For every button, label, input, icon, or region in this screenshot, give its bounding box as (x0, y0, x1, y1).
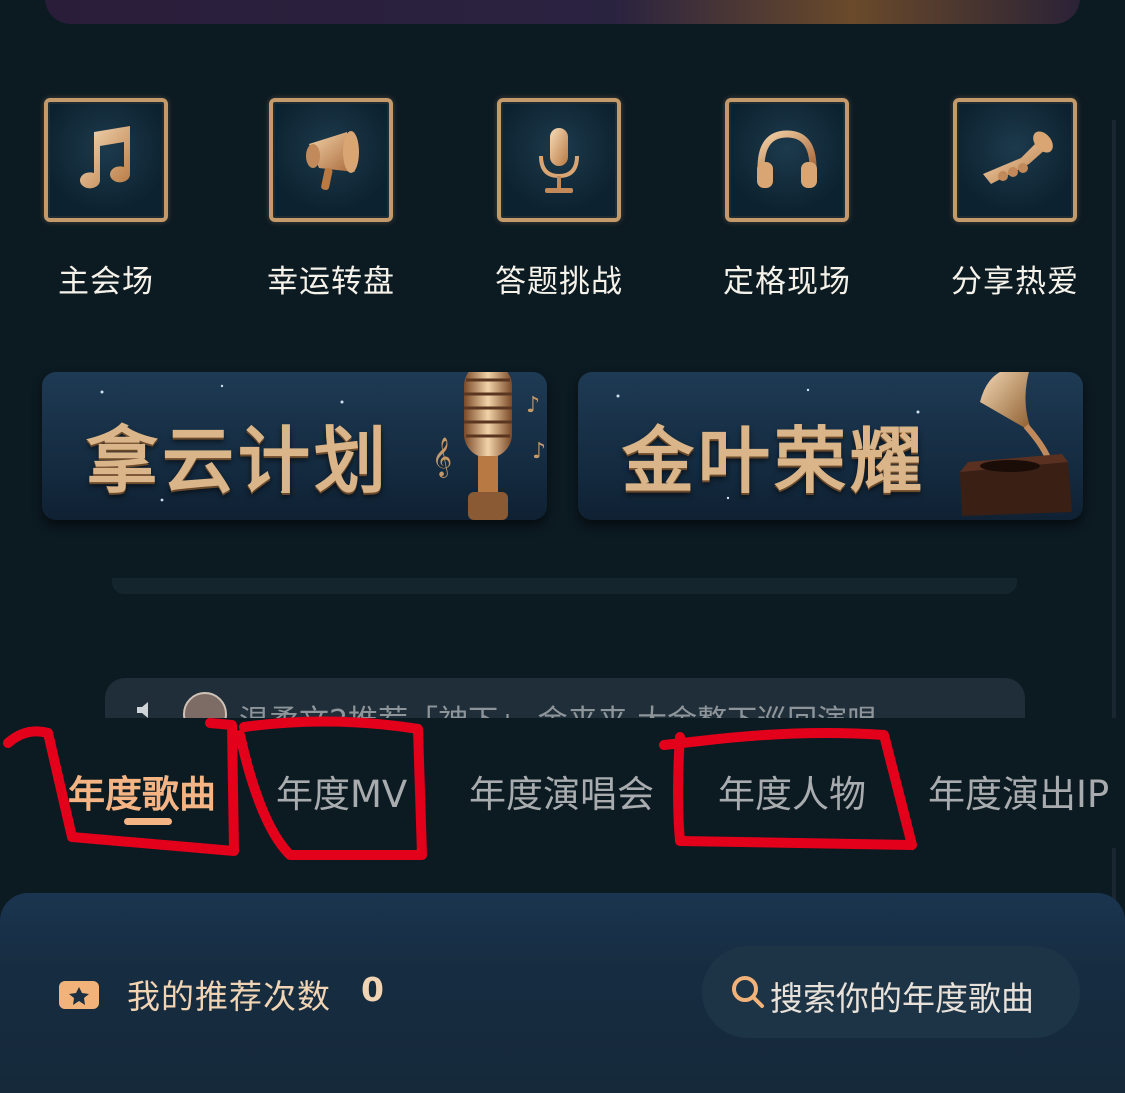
section-divider (112, 578, 1017, 594)
tab-annual-song[interactable]: 年度歌曲 (68, 764, 216, 818)
tab-annual-show-ip[interactable]: 年度演出IP (928, 764, 1109, 818)
grid-label: 定格现场 (723, 264, 851, 300)
speaker-icon (137, 702, 148, 718)
grid-item-main-venue[interactable]: 主会场 (26, 98, 186, 301)
tab-annual-person[interactable]: 年度人物 (718, 764, 866, 818)
grid-tile[interactable] (269, 98, 393, 222)
gramophone-icon (960, 372, 1072, 516)
avatar (183, 692, 227, 718)
grid-item-share-love[interactable]: 分享热爱 (935, 98, 1095, 301)
recommend-count-value: 0 (361, 970, 384, 1009)
promo-banner-nayun[interactable]: 拿云计划 𝄞 ♪ ♪ (42, 372, 547, 520)
grid-label: 分享热爱 (951, 264, 1079, 300)
tab-annual-mv[interactable]: 年度MV (276, 764, 407, 818)
search-placeholder: 搜索你的年度歌曲 (770, 979, 1034, 1018)
headphones-icon (757, 130, 817, 188)
grid-tile[interactable] (953, 98, 1077, 222)
ticket-star-icon (59, 981, 99, 1009)
recommend-count-label: 我的推荐次数 (127, 977, 331, 1016)
active-tab-indicator (124, 818, 172, 825)
top-banner[interactable] (45, 0, 1080, 24)
grid-tile[interactable] (725, 98, 849, 222)
grid-tile[interactable] (44, 98, 168, 222)
promo-banner-golden-leaf[interactable]: 金叶荣耀 (578, 372, 1083, 520)
search-icon (732, 976, 764, 1008)
feature-grid: 主会场 幸运转盘 答题挑战 定格现场 分享热爱 (0, 98, 1125, 308)
announcement-marquee[interactable]: 温柔文2推荐「神下」 金来来 大金整下巡回演唱 (105, 678, 1025, 718)
megaphone-icon (306, 131, 359, 191)
vintage-microphone-icon: 𝄞 ♪ ♪ (432, 372, 546, 520)
marquee-text: 温柔文2推荐「神下」 金来来 大金整下巡回演唱 (239, 696, 877, 718)
svg-text:♪: ♪ (532, 439, 546, 464)
svg-text:♪: ♪ (526, 393, 540, 418)
svg-text:𝄞: 𝄞 (432, 437, 452, 478)
promo-title: 金叶荣耀 (622, 418, 927, 503)
grid-item-freeze-frame[interactable]: 定格现场 (707, 98, 867, 301)
grid-item-quiz-challenge[interactable]: 答题挑战 (479, 98, 639, 301)
grid-label: 答题挑战 (495, 264, 623, 300)
grid-item-lucky-wheel[interactable]: 幸运转盘 (251, 98, 411, 301)
grid-label: 主会场 (58, 264, 154, 300)
grid-tile[interactable] (497, 98, 621, 222)
trumpet-icon (983, 131, 1053, 184)
search-input[interactable]: 搜索你的年度歌曲 (702, 946, 1080, 1038)
grid-label: 幸运转盘 (267, 264, 395, 300)
promo-title: 拿云计划 (86, 418, 391, 503)
music-note-icon (80, 126, 131, 189)
tab-annual-concert[interactable]: 年度演唱会 (469, 764, 654, 818)
microphone-icon (539, 128, 579, 193)
